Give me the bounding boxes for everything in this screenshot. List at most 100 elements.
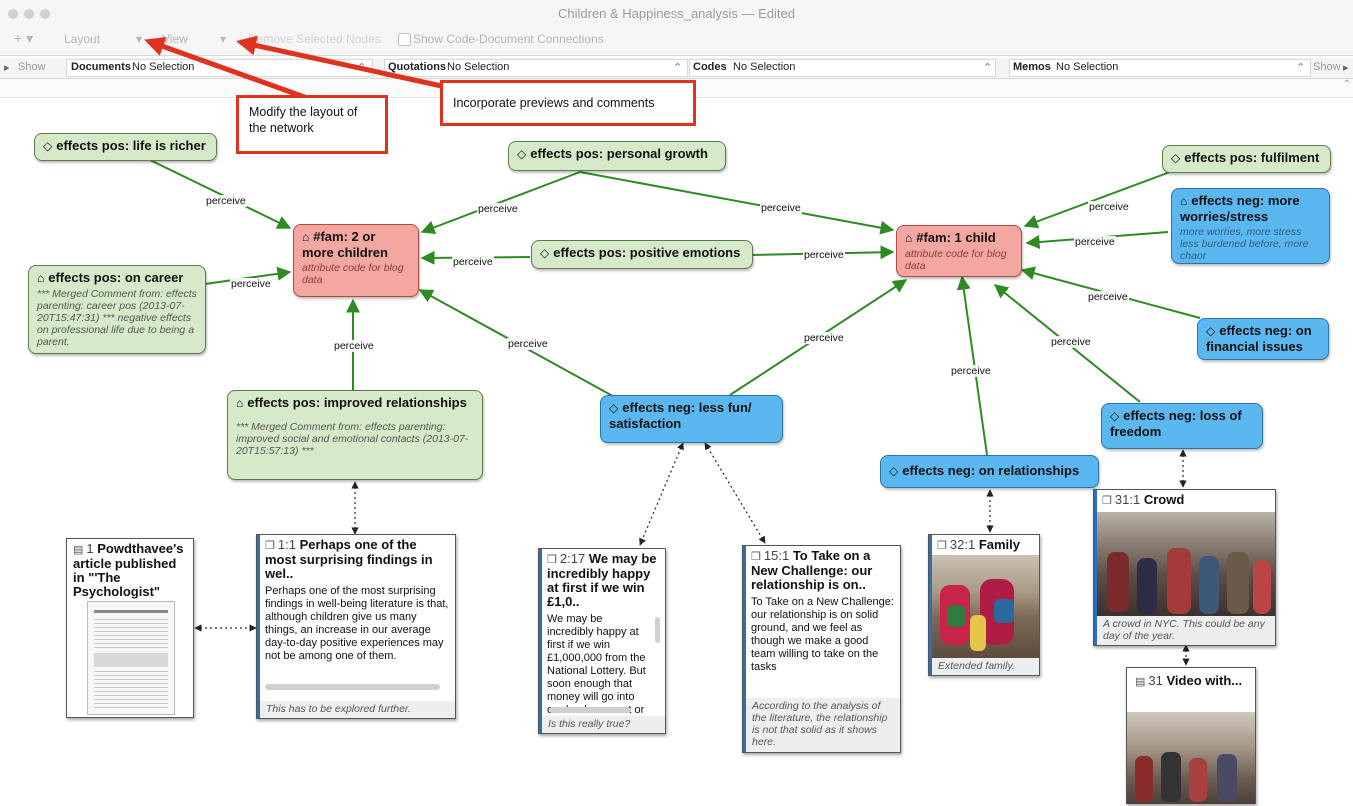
quotation-icon: ❐ — [547, 554, 557, 566]
code-node-on-relationships[interactable]: ◇ effects neg: on relationships — [880, 455, 1099, 488]
link-less-fun-q2[interactable] — [639, 442, 684, 546]
code-comment-icon: ⌂ — [1180, 194, 1188, 208]
node-label: #fam: 1 child — [916, 230, 996, 245]
node-label: effects pos: personal growth — [530, 146, 708, 161]
document-node-article[interactable]: ▤ 1 Powdthavee's article published in "'T… — [66, 538, 194, 718]
quotation-node-15-1[interactable]: ❐ 15:1 To Take on a New Challenge: our re… — [742, 545, 901, 753]
quotation-icon: ❐ — [1102, 495, 1112, 507]
quotation-icon: ❐ — [265, 540, 275, 552]
node-comment: attribute code for blog data — [302, 262, 404, 286]
code-diamond-icon: ◇ — [540, 246, 550, 260]
callout-layout: Modify the layout of the network — [236, 95, 388, 154]
edge-label: perceive — [803, 332, 845, 344]
document-node-video[interactable]: ▤ 31 Video with... — [1126, 667, 1256, 804]
quotation-number: 31:1 — [1114, 492, 1141, 507]
code-node-fam-1-child[interactable]: ⌂ #fam: 1 child attribute code for blog d… — [896, 225, 1022, 277]
node-label: effects pos: positive emotions — [553, 245, 741, 260]
document-title: Video with... — [1166, 673, 1243, 688]
node-comment: *** Merged Comment from: effects parenti… — [37, 288, 197, 348]
quotation-comment: Is this really true? — [542, 716, 665, 733]
document-number: 1 — [86, 541, 94, 556]
code-node-loss-of-freedom[interactable]: ◇ effects neg: loss of freedom — [1101, 403, 1263, 449]
vertical-scrollbar[interactable] — [655, 617, 660, 643]
quotation-text: To Take on a New Challenge: our relation… — [751, 596, 894, 673]
quotation-icon: ❐ — [937, 540, 947, 552]
quotation-comment: This has to be explored further. — [260, 701, 455, 718]
code-comment-icon: ⌂ — [37, 271, 45, 285]
quotation-node-1-1[interactable]: ❐ 1:1 Perhaps one of the most surprising … — [256, 534, 456, 719]
node-label: effects neg: less fun/ satisfaction — [609, 400, 752, 431]
quotation-number: 1:1 — [277, 537, 296, 552]
code-comment-icon: ⌂ — [302, 230, 310, 244]
quotation-node-31-1[interactable]: ❐ 31:1 Crowd A crowd in NYC. This could b… — [1093, 489, 1276, 646]
edge-label: perceive — [452, 256, 494, 268]
node-comment: *** Merged Comment from: effects parenti… — [236, 421, 469, 457]
node-label: effects neg: more worries/stress — [1180, 193, 1300, 224]
callout-previews: Incorporate previews and comments — [440, 80, 696, 126]
family-photo — [932, 555, 1039, 659]
quotation-comment: A crowd in NYC. This could be any day of… — [1097, 616, 1275, 645]
quotation-text: Perhaps one of the most surprising findi… — [265, 585, 449, 662]
edge-life-richer-fam2[interactable] — [149, 159, 292, 229]
link-less-fun-q15[interactable] — [704, 442, 766, 544]
quotation-number: 2:17 — [559, 551, 586, 566]
crowd-photo — [1097, 512, 1275, 618]
video-thumbnail — [1127, 712, 1255, 804]
code-comment-icon: ⌂ — [905, 231, 913, 245]
quotation-node-2-17[interactable]: ❐ 2:17 We may be incredibly happy at firs… — [538, 548, 666, 734]
code-diamond-icon: ◇ — [889, 464, 899, 478]
edge-label: perceive — [205, 195, 247, 207]
edge-personal-growth-fam2[interactable] — [420, 171, 581, 235]
code-node-less-fun[interactable]: ◇ effects neg: less fun/ satisfaction — [600, 395, 783, 443]
quotation-bar — [539, 549, 542, 733]
horizontal-scrollbar[interactable] — [549, 707, 631, 713]
code-diamond-icon: ◇ — [43, 139, 53, 153]
quotation-title: Crowd — [1143, 492, 1185, 507]
node-label: effects neg: loss of freedom — [1110, 408, 1242, 439]
node-label: effects pos: life is richer — [56, 138, 206, 153]
node-comment: more worries, more stress less burdened … — [1180, 226, 1309, 262]
code-node-fulfilment[interactable]: ◇ effects pos: fulfilment — [1162, 145, 1331, 173]
node-label: #fam: 2 or more children — [302, 229, 388, 260]
edge-fulfilment-fam1[interactable] — [1023, 171, 1171, 229]
code-diamond-icon: ◇ — [1206, 324, 1216, 338]
node-label: effects pos: improved relationships — [247, 395, 467, 410]
node-comment: attribute code for blog data — [905, 248, 1007, 272]
code-node-financial-issues[interactable]: ◇ effects neg: on financial issues — [1197, 318, 1329, 360]
document-number: 31 — [1148, 673, 1163, 688]
node-label: effects neg: on financial issues — [1206, 323, 1312, 354]
quotation-comment: Extended family. — [932, 658, 1039, 675]
code-diamond-icon: ◇ — [1110, 409, 1120, 423]
article-page-thumbnail — [87, 601, 175, 715]
code-node-positive-emotions[interactable]: ◇ effects pos: positive emotions — [531, 240, 753, 269]
edge-label: perceive — [803, 249, 845, 261]
video-document-icon: ▤ — [1135, 676, 1146, 688]
edge-label: perceive — [760, 202, 802, 214]
quotation-icon: ❐ — [751, 551, 761, 563]
edge-label: perceive — [1074, 236, 1116, 248]
quotation-number: 32:1 — [949, 537, 976, 552]
code-node-on-career[interactable]: ⌂ effects pos: on career *** Merged Comme… — [28, 265, 206, 354]
edge-label: perceive — [950, 365, 992, 377]
edge-label: perceive — [1088, 201, 1130, 213]
edge-label: perceive — [507, 338, 549, 350]
code-node-improved-relationships[interactable]: ⌂ effects pos: improved relationships ***… — [227, 390, 483, 480]
code-diamond-icon: ◇ — [517, 147, 527, 161]
code-node-personal-growth[interactable]: ◇ effects pos: personal growth — [508, 141, 726, 171]
code-node-worries-stress[interactable]: ⌂ effects neg: more worries/stress more w… — [1171, 188, 1330, 264]
quotation-node-32-1[interactable]: ❐ 32:1 Family Extended family. — [928, 534, 1040, 676]
code-node-life-richer[interactable]: ◇ effects pos: life is richer — [34, 133, 217, 161]
edge-label: perceive — [477, 203, 519, 215]
edge-label: perceive — [230, 278, 272, 290]
code-node-fam-2-children[interactable]: ⌂ #fam: 2 or more children attribute code… — [293, 224, 419, 297]
code-diamond-icon: ◇ — [609, 401, 619, 415]
node-label: effects pos: on career — [48, 270, 184, 285]
horizontal-scrollbar[interactable] — [265, 684, 440, 690]
edge-personal-growth-fam1[interactable] — [579, 171, 895, 235]
edge-label: perceive — [333, 340, 375, 352]
code-comment-icon: ⌂ — [236, 396, 244, 410]
quotation-bar — [257, 535, 260, 718]
node-label: effects neg: on relationships — [902, 463, 1080, 478]
code-diamond-icon: ◇ — [1171, 151, 1181, 165]
callout-arrow-view — [236, 35, 461, 93]
